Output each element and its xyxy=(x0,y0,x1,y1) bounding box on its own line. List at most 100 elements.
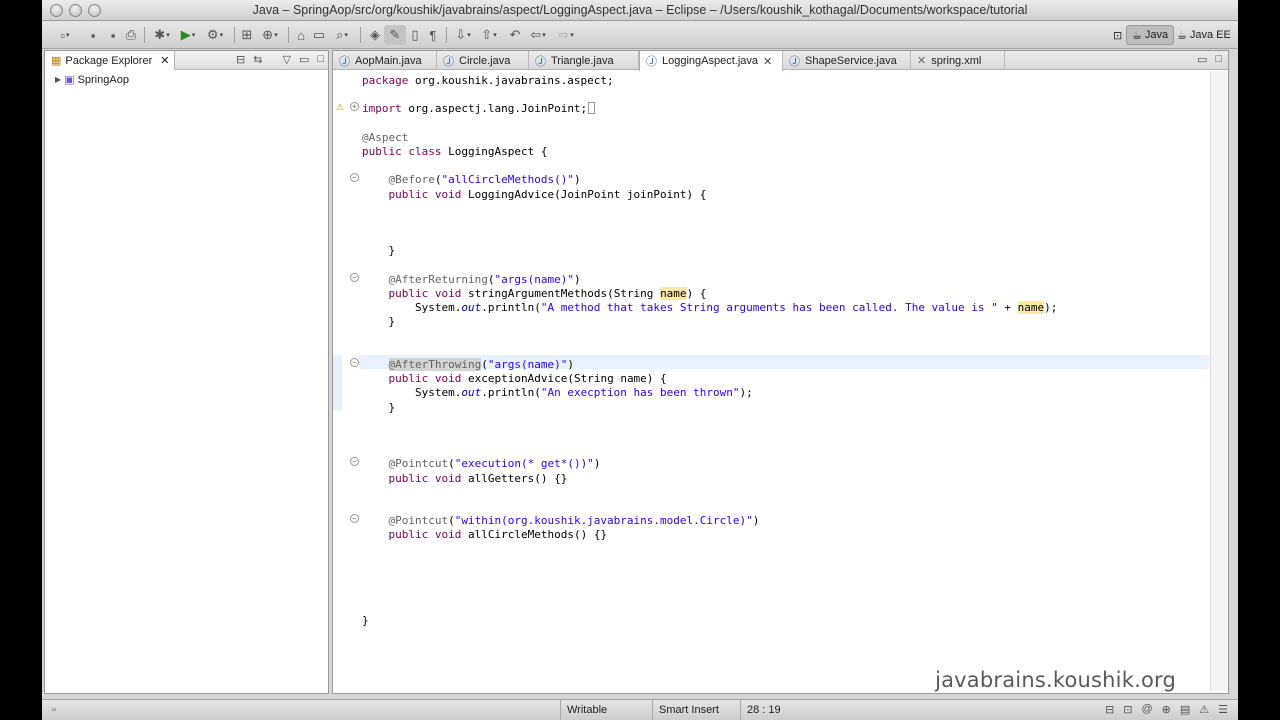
minimize-view-icon[interactable]: ▭ xyxy=(299,53,309,66)
status-tools: ⊟ ⊡ @ ⊕ ▤ ⚠ ☰ xyxy=(1105,703,1228,716)
tab-aopmain-java[interactable]: Ⓙ AopMain.java xyxy=(333,51,437,70)
java-file-icon: Ⓙ xyxy=(646,56,657,68)
close-tab-icon[interactable]: ✕ xyxy=(763,55,772,68)
print-icon[interactable]: ⎙ xyxy=(120,25,142,45)
java-perspective-icon: ☕ xyxy=(1132,29,1142,42)
run-icon[interactable]: ▶ ▾ xyxy=(174,25,202,45)
maximize-view-icon[interactable]: □ xyxy=(317,53,324,66)
editor-tabs: Ⓙ AopMain.java Ⓙ Circle.java Ⓙ Triangle.… xyxy=(333,51,1228,71)
code-line: package org.koushik.javabrains.aspect; xyxy=(362,74,614,87)
code-line: System.out.println("A method that takes … xyxy=(362,301,1058,315)
code-line: @Aspect xyxy=(362,130,409,144)
tab-package-explorer[interactable]: ▦ Package Explorer ✕ xyxy=(45,51,175,70)
java-file-icon: Ⓙ xyxy=(339,55,350,68)
tasks-icon[interactable]: @ xyxy=(1141,703,1152,716)
forward-icon[interactable]: ⇨ ▾ xyxy=(552,25,580,45)
status-cursor-position: 28 : 19 xyxy=(740,700,820,720)
code-line: import org.aspectj.lang.JoinPoint; xyxy=(362,102,596,116)
fold-minus-icon[interactable]: − xyxy=(350,514,359,523)
java-file-icon: Ⓙ xyxy=(443,55,454,68)
previous-annotation-icon[interactable]: ⇧ ▾ xyxy=(476,25,502,45)
expand-arrow-icon[interactable]: ▶ xyxy=(55,75,61,84)
new-icon[interactable]: ▫ ▾ xyxy=(50,25,80,45)
fold-plus-icon[interactable]: + xyxy=(350,102,359,111)
perspective-java[interactable]: ☕ Java xyxy=(1126,25,1175,45)
fold-minus-icon[interactable]: − xyxy=(350,358,359,367)
code-line: @Pointcut("execution(* get*())") xyxy=(388,457,601,471)
package-explorer-tools: ⊟ ⇆ ▽ ▭ □ xyxy=(236,53,324,66)
code-line: @AfterThrowing("args(name)") xyxy=(388,358,574,371)
code-line: } xyxy=(362,315,396,329)
problems-icon[interactable]: ⚠ xyxy=(1199,703,1209,716)
fold-minus-icon[interactable]: − xyxy=(350,457,359,466)
vertical-scrollbar[interactable] xyxy=(1210,71,1228,691)
javadoc-icon[interactable]: ⊕ xyxy=(1162,703,1171,716)
editor-tools: ▭ □ xyxy=(1197,53,1222,66)
minimize-window-button[interactable] xyxy=(69,4,82,17)
back-icon[interactable]: ⇦ ▾ xyxy=(524,25,552,45)
debug-icon[interactable]: ✱ ▾ xyxy=(148,25,176,45)
java-file-icon: Ⓙ xyxy=(789,55,800,68)
title-bar: Java – SpringAop/src/org/koushik/javabra… xyxy=(42,0,1238,21)
new-java-package-icon[interactable]: ⊕ ▾ xyxy=(256,25,284,45)
package-explorer-icon: ▦ xyxy=(51,55,62,67)
main-toolbar: ▫ ▾ ▪ ▪ ⎙ ✱ ▾ ▶ ▾ ⚙ ▾ ⊞ ⊕ ▾ ⌂ ▭ ⌕ ▾ ◈ ✎ ▯ ¶ ⇩ ▾… xyxy=(42,21,1238,49)
code-line: } xyxy=(362,244,396,258)
code-line: @AfterReturning("args(name)") xyxy=(388,272,581,286)
tab-loggingaspect-java[interactable]: Ⓙ LoggingAspect.java ✕ xyxy=(639,51,783,71)
editor-gutter: ⚠ + − − − − − xyxy=(333,71,359,691)
show-whitespace-icon[interactable]: ¶ xyxy=(422,25,444,45)
open-task-icon[interactable]: ▭ xyxy=(308,25,330,45)
close-view-icon[interactable]: ✕ xyxy=(160,54,169,67)
code-line: public void allGetters() {} xyxy=(388,471,568,485)
code-line: @Pointcut("within(org.koushik.javabrains… xyxy=(388,514,760,528)
code-line: public void stringArgumentMethods(String… xyxy=(388,287,707,300)
link-with-editor-icon[interactable]: ⇆ xyxy=(253,53,262,66)
package-explorer-header: ▦ Package Explorer ✕ ⊟ ⇆ ▽ ▭ □ xyxy=(45,51,328,70)
code-line: } xyxy=(362,400,396,414)
code-line: public void allCircleMethods() {} xyxy=(388,528,608,542)
console-icon[interactable]: ⊡ xyxy=(1123,703,1132,716)
code-line: public class LoggingAspect { xyxy=(362,145,548,158)
new-window-icon[interactable]: ▫ xyxy=(52,704,56,716)
fast-view-icon[interactable]: ⊟ xyxy=(1105,703,1114,716)
warning-marker-icon: ⚠ xyxy=(336,102,345,112)
tree-item-springaop[interactable]: ▶ ▣ SpringAop xyxy=(55,73,129,87)
fold-minus-icon[interactable]: − xyxy=(350,273,359,282)
editor-view: Ⓙ AopMain.java Ⓙ Circle.java Ⓙ Triangle.… xyxy=(332,50,1229,694)
collapse-all-icon[interactable]: ⊟ xyxy=(236,53,245,66)
mark-occurrences-icon[interactable]: ✎ xyxy=(384,25,406,45)
code-line: public void exceptionAdvice(String name)… xyxy=(388,372,667,386)
maximize-editor-icon[interactable]: □ xyxy=(1215,53,1222,66)
status-writable: Writable xyxy=(560,700,652,720)
close-window-button[interactable] xyxy=(50,4,63,17)
status-insert-mode: Smart Insert xyxy=(652,700,740,720)
save-icon[interactable]: ▪ xyxy=(82,25,104,45)
next-annotation-icon[interactable]: ⇩ ▾ xyxy=(450,25,476,45)
watermark: javabrains.koushik.org xyxy=(935,668,1176,692)
new-java-project-icon[interactable]: ⊞ xyxy=(236,25,258,45)
external-tools-icon[interactable]: ⚙ ▾ xyxy=(200,25,230,45)
java-ee-perspective-icon: ☕ xyxy=(1177,29,1187,42)
tab-spring-xml[interactable]: ✕ spring.xml xyxy=(911,51,1005,70)
minimize-editor-icon[interactable]: ▭ xyxy=(1197,53,1207,66)
tab-triangle-java[interactable]: Ⓙ Triangle.java xyxy=(529,51,639,70)
code-line: } xyxy=(362,613,369,627)
tab-shapeservice-java[interactable]: Ⓙ ShapeService.java xyxy=(783,51,911,70)
last-edit-location-icon[interactable]: ↶ xyxy=(504,25,526,45)
declaration-icon[interactable]: ▤ xyxy=(1180,703,1190,716)
toggle-breadcrumb-icon[interactable]: ◈ xyxy=(364,25,386,45)
search-icon[interactable]: ⌕ ▾ xyxy=(328,25,356,45)
tab-circle-java[interactable]: Ⓙ Circle.java xyxy=(437,51,529,70)
view-menu-icon[interactable]: ▽ xyxy=(282,53,290,66)
java-project-icon: ▣ xyxy=(64,74,75,86)
status-bar: ▫ Writable Smart Insert 28 : 19 ⊟ ⊡ @ ⊕ … xyxy=(42,699,1238,720)
code-editor[interactable]: package org.koushik.javabrains.aspect; im… xyxy=(359,71,1209,691)
perspective-java-ee[interactable]: ☕ Java EE xyxy=(1172,25,1236,45)
fold-minus-icon[interactable]: − xyxy=(350,173,359,182)
java-file-icon: Ⓙ xyxy=(535,55,546,68)
outline-icon[interactable]: ☰ xyxy=(1218,703,1228,716)
zoom-window-button[interactable] xyxy=(88,4,101,17)
window-title: Java – SpringAop/src/org/koushik/javabra… xyxy=(252,3,1028,17)
open-perspective-icon[interactable]: ⊡ xyxy=(1108,25,1127,45)
